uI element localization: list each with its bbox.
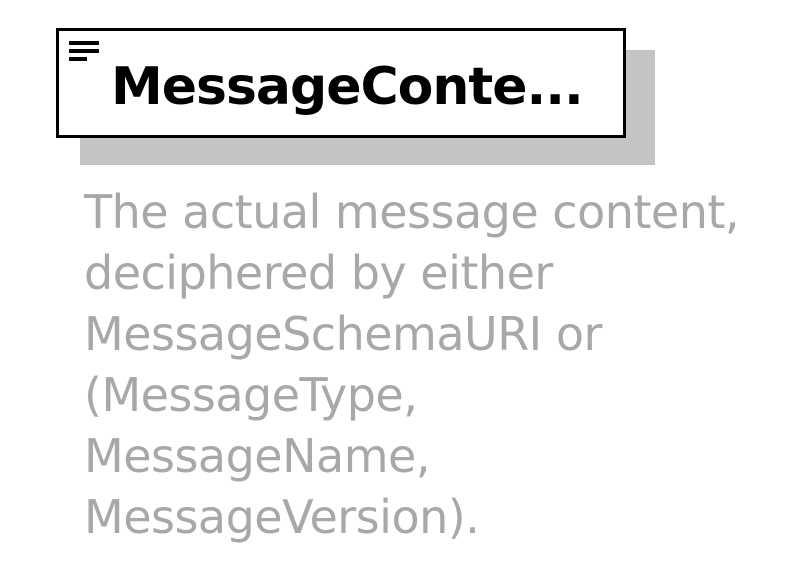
annotation-line: MessageName, xyxy=(84,429,430,483)
message-content-element-box[interactable]: MessageConte... xyxy=(56,28,626,138)
annotation-line: MessageVersion). xyxy=(84,490,480,544)
schema-element-diagram: MessageConte... The actual message conte… xyxy=(0,0,800,577)
annotation-line: (MessageType, xyxy=(84,368,418,422)
annotation-line: MessageSchemaURI or xyxy=(84,307,602,361)
annotation-line: The actual message content, xyxy=(84,185,740,239)
element-annotation: The actual message content, deciphered b… xyxy=(84,182,784,548)
element-name: MessageConte... xyxy=(111,57,584,117)
annotation-line: deciphered by either xyxy=(84,246,553,300)
sequence-content-icon xyxy=(69,41,101,67)
